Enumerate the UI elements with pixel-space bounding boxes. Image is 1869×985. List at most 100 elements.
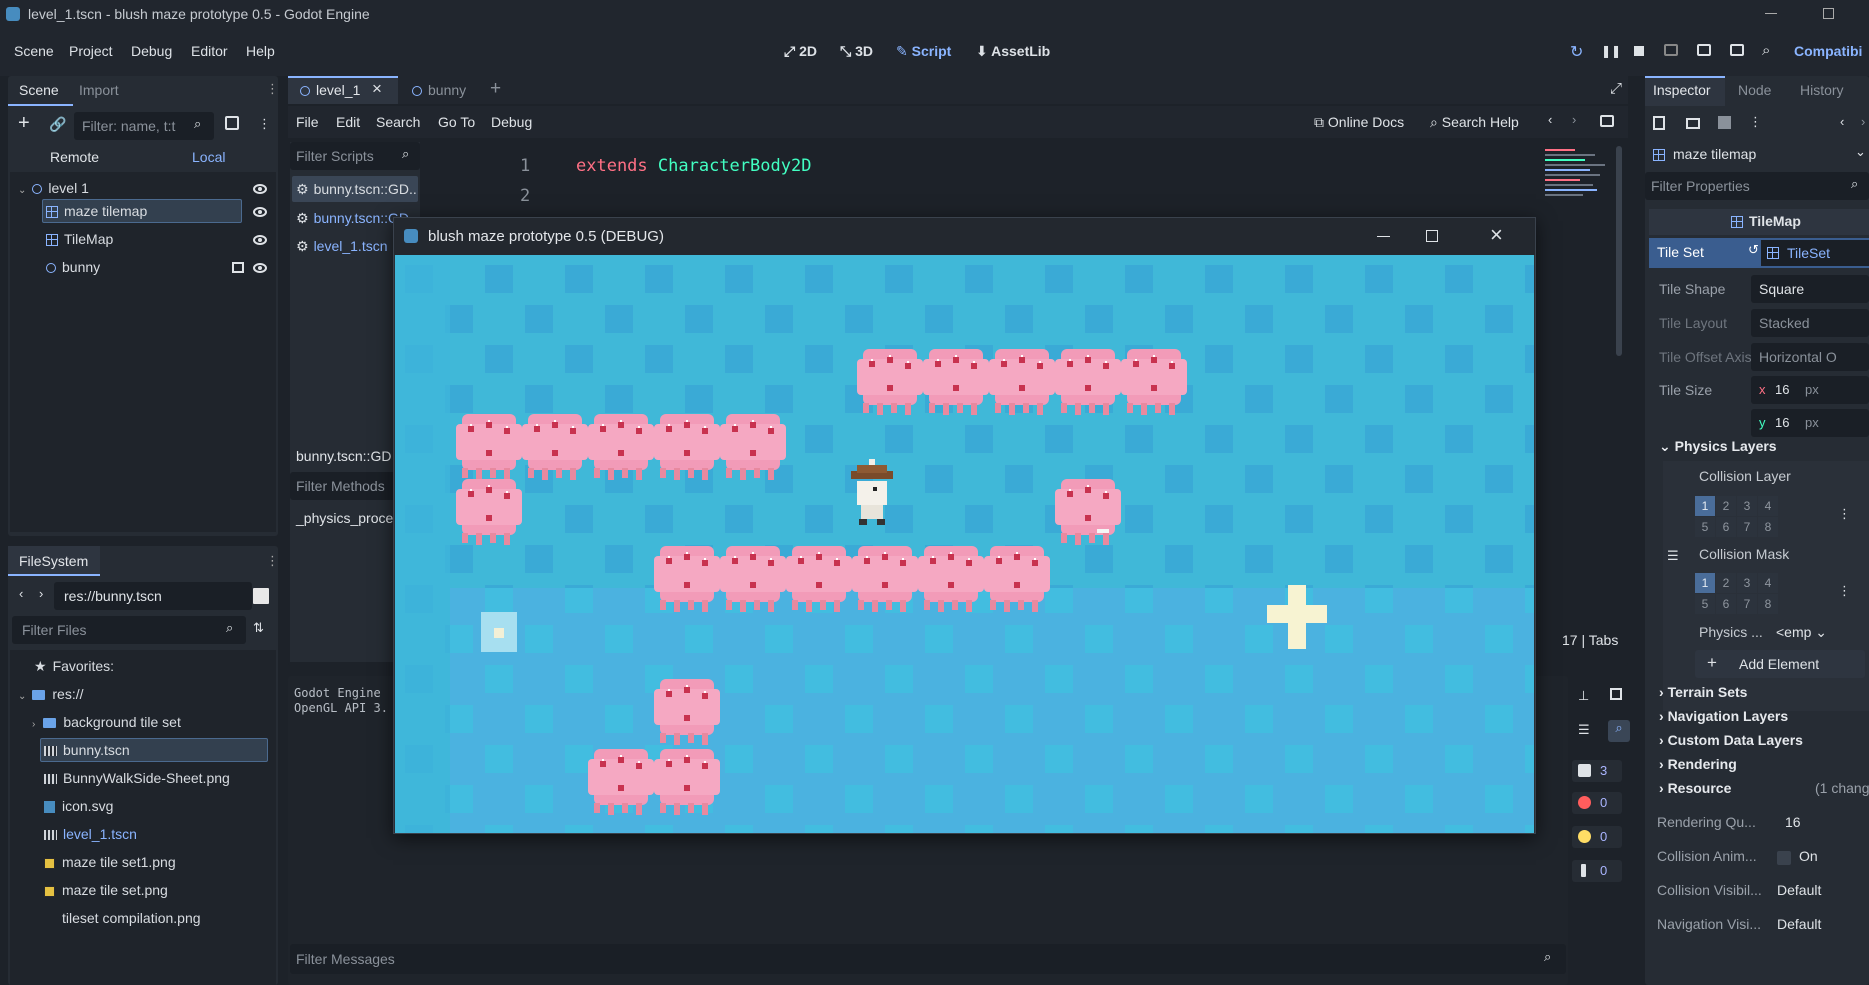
file-row[interactable]: bunny.tscn — [44, 742, 130, 758]
layer-bit[interactable]: 8 — [1758, 517, 1778, 537]
inspector-menu-icon[interactable]: ⋮ — [1749, 114, 1762, 130]
filter-scripts-input[interactable]: Filter Scripts ⌕ — [290, 142, 420, 170]
layer-bit[interactable]: 1 — [1695, 496, 1715, 516]
file-row[interactable]: tileset compilation.png — [44, 910, 201, 926]
tree-row-tilemap[interactable]: TileMap — [46, 231, 113, 247]
menu-debug[interactable]: Debug — [131, 43, 172, 59]
movie-icon[interactable] — [1697, 44, 1711, 56]
mask-bit[interactable]: 5 — [1695, 594, 1715, 614]
res-root-row[interactable]: ⌄ res:// — [18, 686, 84, 702]
tile-set-row[interactable]: Tile Set ↺ TileSet — [1649, 238, 1869, 268]
distraction-free-icon[interactable]: ⤢ — [1610, 80, 1622, 97]
layer-bit[interactable]: 2 — [1716, 496, 1736, 516]
tile-layout-select[interactable]: Stacked — [1751, 309, 1869, 337]
messages-filter-toggle[interactable]: 3 — [1572, 760, 1622, 782]
editor-filter-toggle[interactable]: 0 — [1572, 860, 1622, 882]
visibility-eye-icon[interactable] — [253, 184, 267, 194]
navigation-layers-section[interactable]: › Navigation Layers — [1659, 708, 1788, 724]
new-resource-icon[interactable] — [1653, 116, 1665, 130]
script-menu-search[interactable]: Search — [376, 114, 420, 130]
open-resource-icon[interactable] — [1686, 118, 1700, 129]
layer-bit[interactable]: 4 — [1758, 496, 1778, 516]
mask-bit[interactable]: 6 — [1716, 594, 1736, 614]
tab-filesystem[interactable]: FileSystem — [19, 553, 88, 569]
code-minimap[interactable] — [1545, 146, 1613, 236]
physics-layers-section[interactable]: ⌄ Physics Layers — [1659, 438, 1777, 455]
editor-tab-bunny[interactable]: bunny — [412, 82, 466, 98]
layer-menu-icon[interactable]: ⋮ — [1838, 506, 1851, 522]
run-scene-icon[interactable] — [1730, 44, 1744, 56]
script-item[interactable]: ⚙ bunny.tscn::GD... — [296, 181, 416, 198]
workspace-2d-button[interactable]: ⤢ 2D — [784, 43, 817, 60]
renderer-selector[interactable]: Compatibi — [1794, 43, 1862, 59]
scene-dock-menu-icon[interactable]: ⋮ — [258, 116, 271, 132]
script-menu-debug[interactable]: Debug — [491, 114, 532, 130]
mask-bit[interactable]: 8 — [1758, 594, 1778, 614]
instance-scene-icon[interactable] — [225, 116, 239, 130]
search-help-button[interactable]: ⌕ Search Help — [1430, 114, 1519, 131]
history-forward-icon[interactable]: › — [1861, 114, 1865, 129]
collision-layer-bits[interactable]: 1 2 3 4 5 6 7 8 — [1695, 496, 1778, 537]
script-menu-edit[interactable]: Edit — [336, 114, 360, 130]
collision-animatable-checkbox[interactable] — [1777, 851, 1791, 865]
remote-tab[interactable]: Remote — [50, 149, 99, 165]
drag-handle-icon[interactable]: ☰ — [1667, 548, 1679, 564]
collapse-icon[interactable]: ☰ — [1578, 722, 1590, 738]
back-icon[interactable]: ‹ — [19, 586, 23, 601]
add-element-button[interactable]: + Add Element — [1695, 650, 1865, 678]
menu-scene[interactable]: Scene — [14, 43, 54, 59]
clear-output-icon[interactable]: ⊥ — [1578, 688, 1589, 704]
script-menu-file[interactable]: File — [296, 114, 319, 130]
online-docs-button[interactable]: ⧉ Online Docs — [1314, 114, 1404, 131]
restore-icon[interactable] — [1823, 8, 1834, 19]
layer-bit[interactable]: 7 — [1737, 517, 1757, 537]
tile-size-y-input[interactable]: y 16 px — [1751, 409, 1869, 437]
mask-bit[interactable]: 4 — [1758, 573, 1778, 593]
file-row[interactable]: maze tile set1.png — [44, 854, 176, 870]
minimize-icon[interactable] — [1765, 13, 1777, 14]
tab-scene[interactable]: Scene — [19, 82, 59, 98]
filter-messages-input[interactable]: Filter Messages ⌕ — [290, 944, 1566, 974]
close-tab-icon[interactable]: × — [372, 79, 382, 99]
file-row[interactable]: level_1.tscn — [44, 826, 137, 842]
kebab-menu-icon[interactable]: ⋮ — [266, 81, 279, 97]
menu-help[interactable]: Help — [246, 43, 275, 59]
tree-row-bunny[interactable]: bunny — [46, 259, 100, 275]
editor-tab-level-1[interactable]: level_1 — [300, 82, 360, 98]
tile-set-resource[interactable]: TileSet — [1761, 240, 1869, 266]
toggle-split-icon[interactable] — [253, 588, 269, 604]
mask-bit[interactable]: 2 — [1716, 573, 1736, 593]
errors-filter-toggle[interactable]: 0 — [1572, 792, 1622, 814]
next-script-icon[interactable]: › — [1572, 112, 1576, 127]
game-scene[interactable] — [395, 255, 1534, 833]
maximize-icon[interactable] — [1426, 230, 1438, 242]
filter-properties-input[interactable]: Filter Properties ⌕ — [1645, 172, 1869, 200]
file-row[interactable]: › background tile set — [32, 714, 181, 730]
mask-bit[interactable]: 3 — [1737, 573, 1757, 593]
workspace-3d-button[interactable]: ⤡ 3D — [840, 43, 873, 60]
physics-material-value[interactable]: <emp ⌄ — [1776, 624, 1827, 641]
mask-menu-icon[interactable]: ⋮ — [1838, 583, 1851, 599]
code-scrollbar[interactable] — [1616, 146, 1622, 356]
game-window-titlebar[interactable]: blush maze prototype 0.5 (DEBUG) × — [394, 218, 1535, 255]
forward-icon[interactable]: › — [39, 586, 43, 601]
pause-icon[interactable]: ❚❚ — [1601, 44, 1621, 58]
menu-editor[interactable]: Editor — [191, 43, 228, 59]
menu-project[interactable]: Project — [69, 43, 113, 59]
workspace-assetlib-button[interactable]: ⬇ AssetLib — [976, 43, 1050, 60]
terrain-sets-section[interactable]: › Terrain Sets — [1659, 684, 1747, 700]
copy-output-icon[interactable] — [1610, 688, 1622, 700]
tree-row-maze-tilemap[interactable]: maze tilemap — [46, 203, 147, 219]
visibility-eye-icon[interactable] — [253, 263, 267, 273]
sort-icon[interactable]: ⇅ — [253, 620, 264, 636]
history-back-icon[interactable]: ‹ — [1840, 114, 1844, 129]
filesystem-path-input[interactable]: res://bunny.tscn — [54, 582, 252, 610]
link-icon[interactable]: 🔗 — [49, 116, 66, 133]
visibility-eye-icon[interactable] — [253, 235, 267, 245]
rendering-section[interactable]: › Rendering — [1659, 756, 1737, 772]
minimize-icon[interactable] — [1377, 236, 1390, 237]
visibility-eye-icon[interactable] — [253, 207, 267, 217]
scene-filter-input[interactable]: Filter: name, t:t ⌕ — [74, 112, 214, 140]
toggle-scripts-panel-icon[interactable] — [1600, 115, 1614, 127]
file-row[interactable]: maze tile set.png — [44, 882, 168, 898]
